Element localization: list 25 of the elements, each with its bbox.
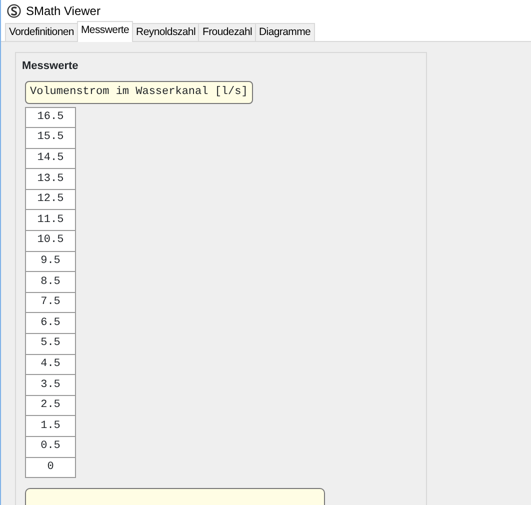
table-cell: 7.5	[26, 292, 76, 313]
table-cell: 6.5	[26, 312, 76, 334]
tab[interactable]: Reynoldszahl	[132, 23, 200, 41]
table-cell: 2.5	[26, 395, 76, 416]
table-cell: 10.5	[26, 230, 76, 252]
table-cell: 11.5	[26, 210, 76, 231]
table-cell: 15.5	[26, 128, 76, 148]
table-cell: 4.5	[26, 354, 76, 375]
table-cell: 0.5	[26, 436, 76, 458]
table-cell: 12.5	[26, 189, 76, 210]
table-cell: 1.5	[26, 416, 76, 436]
table-cell: 9.5	[26, 251, 76, 272]
table-cell: 0	[26, 457, 76, 478]
table-cell: 5.5	[26, 334, 76, 354]
tab[interactable]: Froudezahl	[198, 23, 256, 41]
tab[interactable]: Messwerte	[76, 21, 134, 42]
table-cell: 8.5	[26, 272, 76, 292]
column-label: Volumenstrom im Wasserkanal [l/s]	[25, 81, 253, 104]
table-cell: 3.5	[26, 374, 76, 396]
tab[interactable]: Diagramme	[255, 23, 315, 41]
table-cell: 16.5	[26, 107, 76, 128]
window-title: SMath Viewer	[26, 3, 100, 20]
tab[interactable]: Vordefinitionen	[5, 23, 78, 41]
table-cell: 14.5	[26, 148, 76, 169]
table-cell: 13.5	[26, 168, 76, 190]
